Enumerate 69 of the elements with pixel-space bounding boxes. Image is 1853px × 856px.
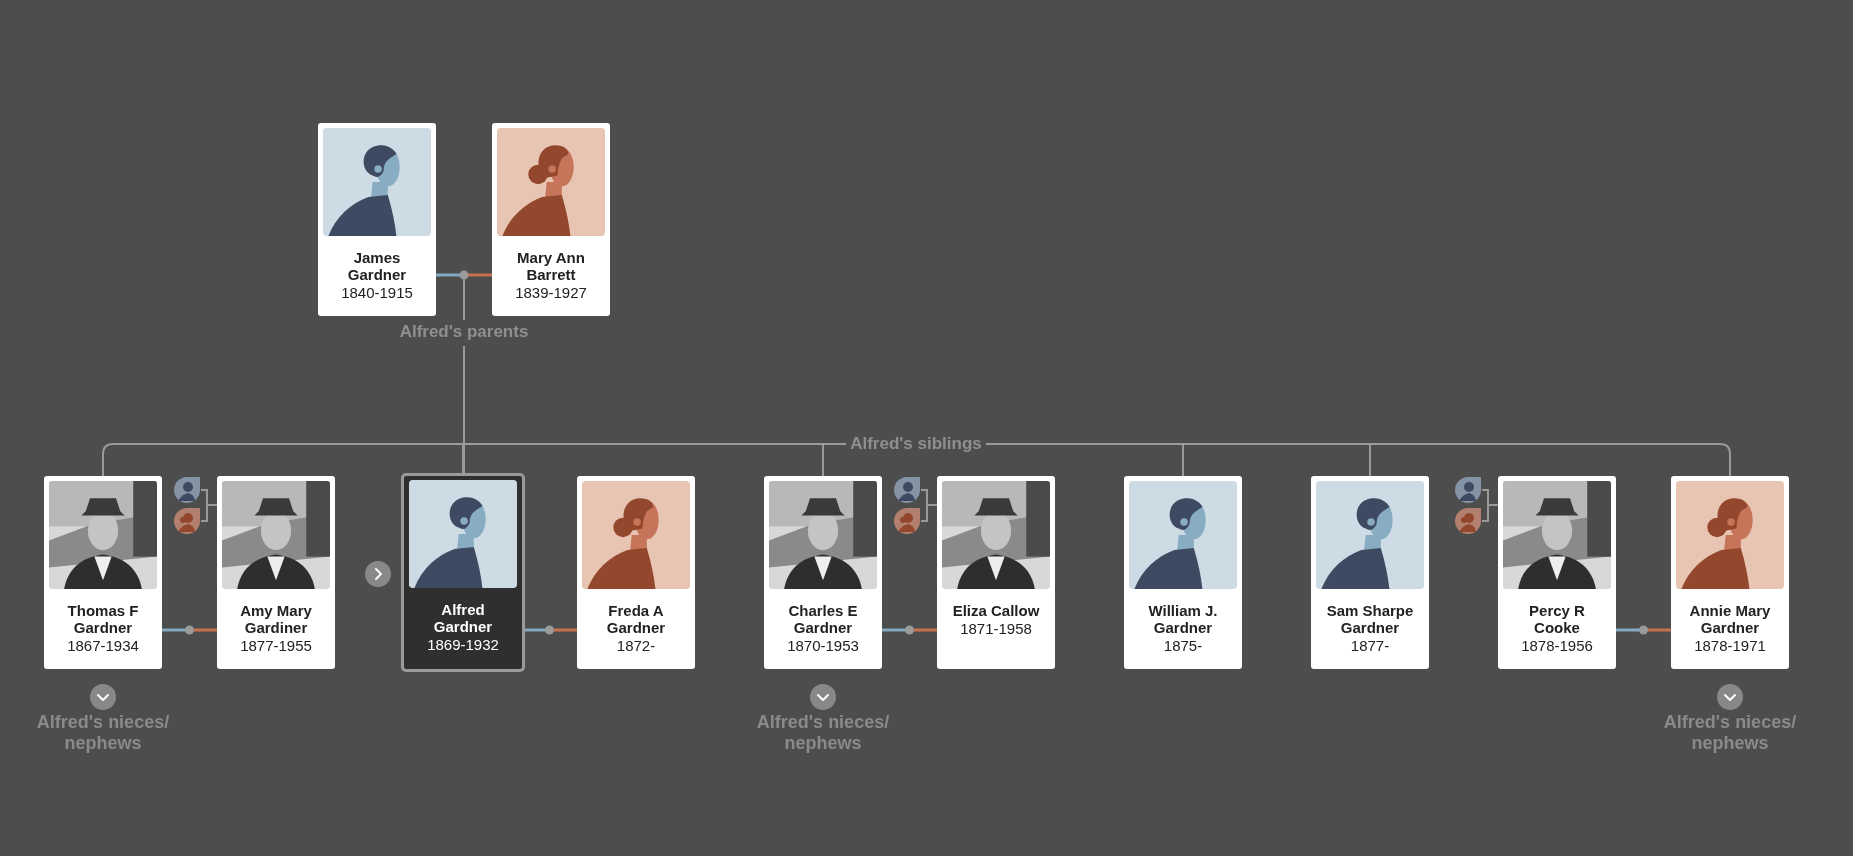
expand-button[interactable] (90, 684, 116, 710)
life-dates: 1870-1953 (787, 636, 859, 656)
life-dates: 1878-1956 (1521, 636, 1593, 656)
connector-line (200, 489, 218, 522)
person-silhouette-icon (1316, 481, 1424, 589)
person-silhouette-icon (582, 481, 690, 589)
female-spouse-icon[interactable] (174, 508, 200, 534)
person-silhouette-icon (323, 128, 431, 236)
life-dates: 1840-1915 (341, 283, 413, 303)
couple-connector (1616, 625, 1671, 635)
person-name: Charles E Gardner (787, 602, 859, 636)
expand-button[interactable] (1717, 684, 1743, 710)
connector-line (1481, 489, 1499, 522)
person-name: Thomas F Gardner (66, 602, 140, 636)
life-dates: 1872- (616, 636, 656, 656)
next-button[interactable] (365, 561, 391, 587)
male-spouse-icon[interactable] (174, 477, 200, 503)
person-card[interactable]: Sam Sharpe Gardner 1877- (1311, 476, 1429, 669)
life-dates: 1878-1971 (1694, 636, 1766, 656)
life-dates: 1877- (1350, 636, 1390, 656)
life-dates: 1867-1934 (67, 636, 139, 656)
couple-connector (162, 625, 217, 635)
life-dates: 1877-1955 (240, 636, 312, 656)
person-card[interactable]: Annie Mary Gardner 1878-1971 (1671, 476, 1789, 669)
person-card[interactable]: William J. Gardner 1875- (1124, 476, 1242, 669)
person-name: Alfred Gardner (432, 601, 494, 635)
person-card[interactable]: Mary Ann Barrett 1839-1927 (492, 123, 610, 316)
person-name: Freda A Gardner (605, 602, 667, 636)
person-name: Annie Mary Gardner (1688, 602, 1772, 636)
group-label: Alfred's nieces/ nephews (755, 712, 891, 754)
group-label: Alfred's nieces/ nephews (1662, 712, 1798, 754)
person-card[interactable]: Thomas F Gardner 1867-1934 (44, 476, 162, 669)
group-label: Alfred's nieces/ nephews (35, 712, 171, 754)
person-name: Eliza Callow (951, 602, 1041, 619)
person-name: Mary Ann Barrett (516, 249, 586, 283)
group-label: Alfred's parents (398, 321, 530, 343)
person-card[interactable]: Alfred Gardner 1869-1932 (401, 473, 525, 672)
group-label: Alfred's siblings (849, 433, 983, 455)
expand-button[interactable] (810, 684, 836, 710)
chevron-down-icon (1724, 693, 1736, 701)
person-name: Sam Sharpe Gardner (1325, 602, 1415, 636)
female-spouse-icon[interactable] (894, 508, 920, 534)
person-name: Percy R Cooke (1528, 602, 1586, 636)
life-dates: 1839-1927 (515, 283, 587, 303)
female-spouse-icon[interactable] (1455, 508, 1481, 534)
life-dates: 1869-1932 (427, 635, 499, 655)
person-card[interactable]: Amy Mary Gardiner 1877-1955 (217, 476, 335, 669)
person-name: James Gardner (346, 249, 408, 283)
person-card[interactable]: Charles E Gardner 1870-1953 (764, 476, 882, 669)
person-name: Amy Mary Gardiner (239, 602, 313, 636)
chevron-right-icon (374, 568, 382, 580)
male-spouse-icon[interactable] (894, 477, 920, 503)
person-card[interactable]: Percy R Cooke 1878-1956 (1498, 476, 1616, 669)
person-card[interactable]: James Gardner 1840-1915 (318, 123, 436, 316)
chevron-down-icon (817, 693, 829, 701)
person-silhouette-icon (497, 128, 605, 236)
person-name: William J. Gardner (1147, 602, 1219, 636)
chevron-down-icon (97, 693, 109, 701)
person-silhouette-icon (1676, 481, 1784, 589)
life-dates: 1875- (1163, 636, 1203, 656)
life-dates: 1871-1958 (960, 619, 1032, 639)
connector-line (920, 489, 938, 522)
person-silhouette-icon (409, 480, 517, 588)
male-spouse-icon[interactable] (1455, 477, 1481, 503)
couple-connector (882, 625, 937, 635)
person-card[interactable]: Freda A Gardner 1872- (577, 476, 695, 669)
couple-connector (522, 625, 577, 635)
person-card[interactable]: Eliza Callow 1871-1958 (937, 476, 1055, 669)
person-silhouette-icon (1129, 481, 1237, 589)
